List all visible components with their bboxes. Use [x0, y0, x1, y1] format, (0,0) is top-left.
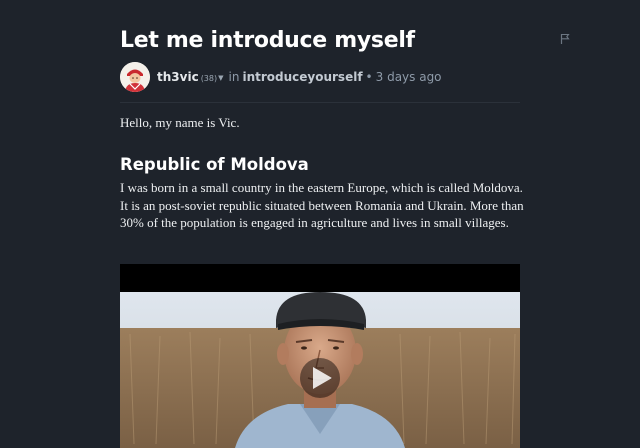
post-timestamp[interactable]: 3 days ago: [376, 70, 442, 84]
greeting-text: Hello, my name is Vic.: [120, 115, 240, 130]
section-heading: Republic of Moldova: [120, 155, 309, 174]
body-paragraph: I was born in a small country in the eas…: [120, 180, 524, 230]
author-reputation: (38): [200, 74, 218, 83]
separator-dot: •: [365, 70, 373, 84]
flag-icon[interactable]: [559, 30, 571, 44]
embedded-video[interactable]: [120, 264, 520, 448]
post-byline: th3vic (38)▼ in introduceyourself • 3 days ag…: [120, 62, 520, 94]
divider: [120, 102, 520, 103]
author-name[interactable]: th3vic: [157, 70, 199, 84]
avatar[interactable]: [120, 62, 150, 92]
post-title: Let me introduce myself: [120, 28, 415, 53]
community-link[interactable]: introduceyourself: [242, 70, 362, 84]
byline-text: th3vic (38)▼ in introduceyourself • 3 days ag…: [157, 70, 442, 84]
caret-down-icon[interactable]: ▼: [218, 74, 223, 82]
play-icon[interactable]: [300, 358, 340, 398]
in-label: in: [228, 70, 240, 84]
